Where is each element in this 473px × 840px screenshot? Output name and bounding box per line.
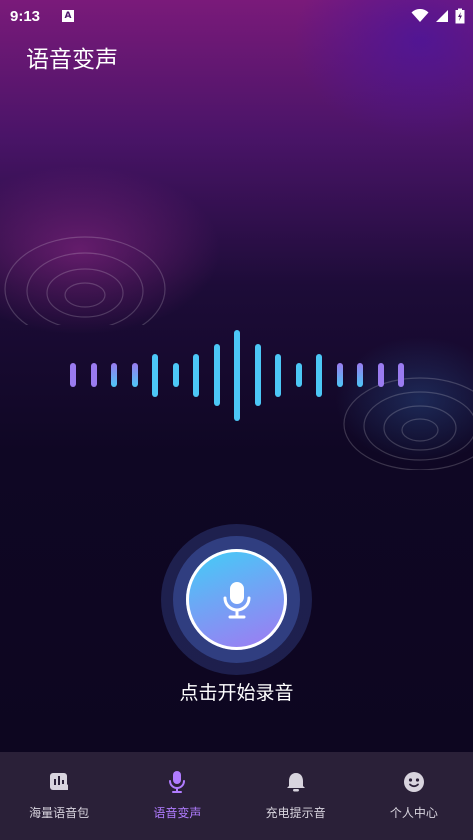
ripple-decoration-left <box>4 236 166 325</box>
waveform-bar <box>398 363 404 387</box>
status-time: 9:13 <box>10 8 41 25</box>
waveform-bar <box>377 363 384 387</box>
tab-label: 语音变声 <box>153 806 202 820</box>
waveform-bar <box>70 363 76 387</box>
waveform-bar <box>336 363 343 387</box>
wifi-icon <box>411 9 429 22</box>
signal-icon <box>436 10 448 22</box>
waveform-bar <box>213 344 220 406</box>
microphone-icon <box>223 581 250 618</box>
tab-profile[interactable]: 个人中心 <box>355 752 473 840</box>
status-icons <box>411 8 465 24</box>
tab-voice-packs[interactable]: 海量语音包 <box>0 752 118 840</box>
page-title: 语音变声 <box>26 47 118 73</box>
waveform-bar <box>172 363 179 387</box>
waveform-bar <box>357 363 363 387</box>
tab-label: 充电提示音 <box>265 806 326 820</box>
waveform-bar <box>316 353 322 397</box>
tab-label: 个人中心 <box>389 806 438 820</box>
audio-waveform <box>70 326 404 424</box>
waveform-bar <box>234 329 240 421</box>
notification-icon: A <box>62 10 74 22</box>
waveform-bar <box>193 353 199 397</box>
bottom-tab-bar: 海量语音包 语音变声 充电提示音 个人中心 <box>0 752 473 840</box>
waveform-bar <box>275 353 281 397</box>
bell-icon <box>283 769 309 795</box>
tab-label: 海量语音包 <box>29 806 90 820</box>
face-icon <box>401 769 427 795</box>
record-button-area <box>161 524 312 675</box>
battery-charging-icon <box>455 8 465 24</box>
tab-voice-changer[interactable]: 语音变声 <box>118 752 236 840</box>
tab-charging-sounds[interactable]: 充电提示音 <box>237 752 355 840</box>
microphone-icon <box>164 769 190 795</box>
waveform-bar <box>152 353 158 397</box>
waveform-bar <box>131 363 138 387</box>
status-bar: 9:13 A <box>0 0 473 34</box>
waveform-bar <box>90 363 97 387</box>
waveform-bar <box>254 344 261 406</box>
record-label: 点击开始录音 <box>179 682 294 704</box>
waveform-bar <box>295 363 302 387</box>
voice-pack-icon <box>46 769 72 795</box>
waveform-bar <box>111 363 117 387</box>
record-button[interactable] <box>186 549 287 650</box>
